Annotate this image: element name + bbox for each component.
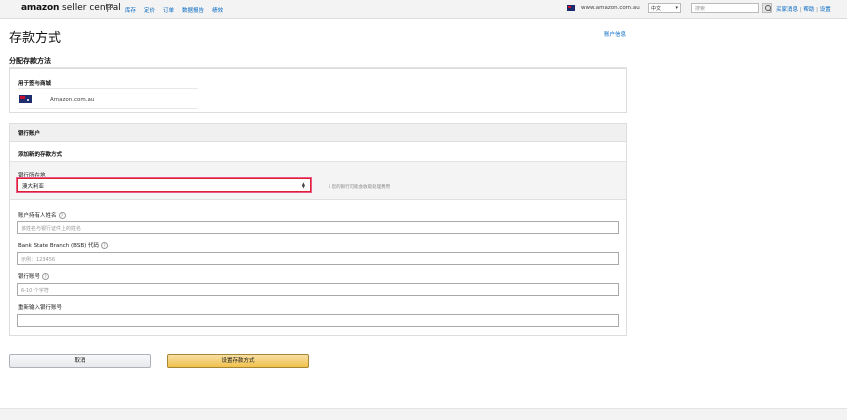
reenter-account-number-input[interactable] bbox=[17, 314, 619, 327]
top-links: 买家消息 | 帮助 | 设置 bbox=[776, 7, 831, 13]
bank-account-panel: 银行账户 添加新的存款方式 银行所在地 澳大利亚 ▲ ▼ i 您的银行可能会收取处… bbox=[9, 123, 627, 336]
bsb-input[interactable]: 示例：123456 bbox=[17, 252, 619, 265]
caret-down-icon: ▾ bbox=[675, 5, 678, 11]
flag-icon[interactable] bbox=[107, 4, 114, 12]
help-icon[interactable]: ? bbox=[58, 212, 66, 219]
nav-item-orders[interactable]: 订单 bbox=[163, 6, 174, 14]
page-title: 存款方式 bbox=[9, 31, 62, 46]
nav-item-performance[interactable]: 绩效 bbox=[212, 6, 223, 14]
help-link[interactable]: 帮助 bbox=[803, 7, 814, 13]
marketplace-panel: 用于签与商城 Amazon.com.au bbox=[9, 68, 627, 113]
search-button[interactable] bbox=[762, 3, 772, 13]
australia-flag-icon bbox=[19, 95, 32, 103]
divider bbox=[18, 108, 198, 109]
nav-item-pricing[interactable]: 定价 bbox=[144, 6, 155, 14]
marketplace-name: www.amazon.com.au bbox=[581, 5, 640, 11]
section-title: 分配存款方法 bbox=[9, 57, 51, 65]
footer bbox=[0, 408, 847, 420]
main-nav: 库存 定价 订单 数据报告 绩效 bbox=[125, 6, 223, 14]
bank-location-hint: i 您的银行可能会收取处理费用 bbox=[329, 185, 391, 190]
nav-item-reports[interactable]: 数据报告 bbox=[182, 6, 204, 14]
buyer-messages-link[interactable]: 买家消息 bbox=[776, 7, 798, 13]
seller-central-logo[interactable]: amazon seller central bbox=[21, 3, 121, 13]
bank-account-header: 银行账户 bbox=[10, 124, 626, 142]
set-deposit-method-button[interactable]: 设置存款方式 bbox=[167, 354, 309, 368]
account-holder-label: 账户持有人姓名? bbox=[18, 211, 66, 219]
cancel-button[interactable]: 取消 bbox=[9, 354, 151, 368]
account-info-link[interactable]: 账户信息 bbox=[604, 30, 626, 38]
select-arrows-icon: ▲ ▼ bbox=[301, 181, 305, 189]
top-navigation-bar: amazon seller central 库存 定价 订单 数据报告 绩效 w… bbox=[0, 0, 847, 19]
search-input[interactable]: 搜索 bbox=[691, 3, 759, 13]
marketplace-name: Amazon.com.au bbox=[50, 97, 95, 103]
help-icon[interactable]: ? bbox=[101, 242, 108, 249]
australia-flag-icon bbox=[567, 5, 575, 11]
reenter-account-number-label: 重新输入银行账号 bbox=[18, 305, 63, 311]
account-number-label: 银行账号? bbox=[18, 272, 50, 280]
account-number-input[interactable]: 6-10 个字符 bbox=[17, 283, 619, 296]
nav-item-inventory[interactable]: 库存 bbox=[125, 6, 136, 14]
help-icon[interactable]: ? bbox=[42, 273, 50, 280]
bank-location-select[interactable]: 澳大利亚 ▲ ▼ bbox=[17, 178, 311, 192]
settings-link[interactable]: 设置 bbox=[820, 7, 831, 13]
account-holder-input[interactable]: 该姓名与银行证件上的姓名 bbox=[17, 221, 619, 234]
marketplace-switcher[interactable]: www.amazon.com.au bbox=[567, 5, 640, 11]
add-deposit-method-heading: 添加新的存款方式 bbox=[18, 152, 63, 158]
marketplace-panel-label: 用于签与商城 bbox=[18, 81, 52, 87]
language-select[interactable]: 中文 ▾ bbox=[648, 3, 681, 13]
divider bbox=[18, 88, 198, 89]
bsb-label: Bank State Branch (BSB) 代码? bbox=[18, 241, 108, 249]
